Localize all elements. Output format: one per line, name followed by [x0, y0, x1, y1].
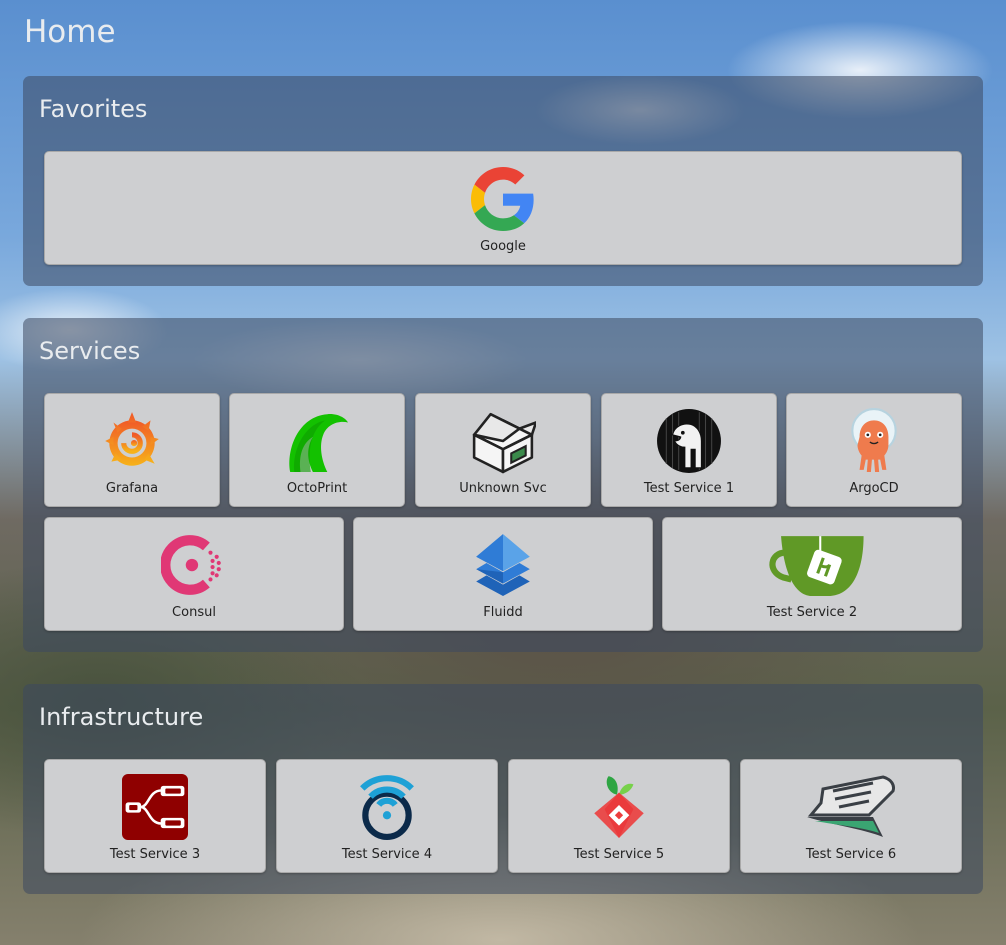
argocd-icon: [851, 408, 897, 472]
group-title-favorites: Favorites: [39, 95, 148, 123]
wifi-icon: [360, 775, 414, 840]
group-title-services: Services: [39, 337, 141, 365]
tile-label: Consul: [172, 605, 216, 620]
tile-label: Test Service 2: [766, 605, 858, 620]
group-favorites: Favorites Google: [23, 76, 983, 286]
tile-label: Test Service 3: [109, 847, 201, 862]
postgres-icon: [657, 409, 721, 473]
group-services: Services Grafana OctoPrint Unknown Svc T…: [23, 318, 983, 652]
tile-argocd[interactable]: ArgoCD: [786, 393, 962, 507]
group-infrastructure: Infrastructure Test Service 3 Test Servi…: [23, 684, 983, 894]
tile-label: Google: [480, 239, 526, 254]
gitea-icon: [769, 536, 864, 596]
tile-label: Test Service 1: [643, 481, 735, 496]
unknown-box-icon: [472, 412, 536, 474]
tile-test-service-4[interactable]: Test Service 4: [276, 759, 498, 873]
tile-label: Fluidd: [483, 605, 523, 620]
consul-icon: [161, 535, 221, 595]
ship-icon: [807, 775, 895, 837]
tile-label: Test Service 4: [341, 847, 433, 862]
tile-test-service-3[interactable]: Test Service 3: [44, 759, 266, 873]
tile-test-service-6[interactable]: Test Service 6: [740, 759, 962, 873]
group-title-infrastructure: Infrastructure: [39, 703, 204, 731]
tile-unknown-svc[interactable]: Unknown Svc: [415, 393, 591, 507]
tile-label: Grafana: [105, 481, 159, 496]
tile-label: ArgoCD: [849, 481, 899, 496]
tile-google[interactable]: Google: [44, 151, 962, 265]
tile-test-service-2[interactable]: Test Service 2: [662, 517, 962, 631]
tile-grafana[interactable]: Grafana: [44, 393, 220, 507]
tile-label: Test Service 5: [573, 847, 665, 862]
page-title: Home: [24, 14, 116, 50]
tile-label: OctoPrint: [286, 481, 348, 496]
node-red-icon: [122, 774, 188, 840]
tile-consul[interactable]: Consul: [44, 517, 344, 631]
octoprint-icon: [289, 414, 348, 472]
tile-label: Unknown Svc: [459, 481, 547, 496]
tile-octoprint[interactable]: OctoPrint: [229, 393, 405, 507]
tile-test-service-5[interactable]: Test Service 5: [508, 759, 730, 873]
google-icon: [471, 167, 534, 231]
tile-test-service-1[interactable]: Test Service 1: [601, 393, 777, 507]
grafana-icon: [105, 412, 159, 466]
tile-fluidd[interactable]: Fluidd: [353, 517, 653, 631]
fluidd-icon: [476, 534, 530, 596]
tile-label: Test Service 6: [805, 847, 897, 862]
pihole-icon: [594, 776, 644, 838]
